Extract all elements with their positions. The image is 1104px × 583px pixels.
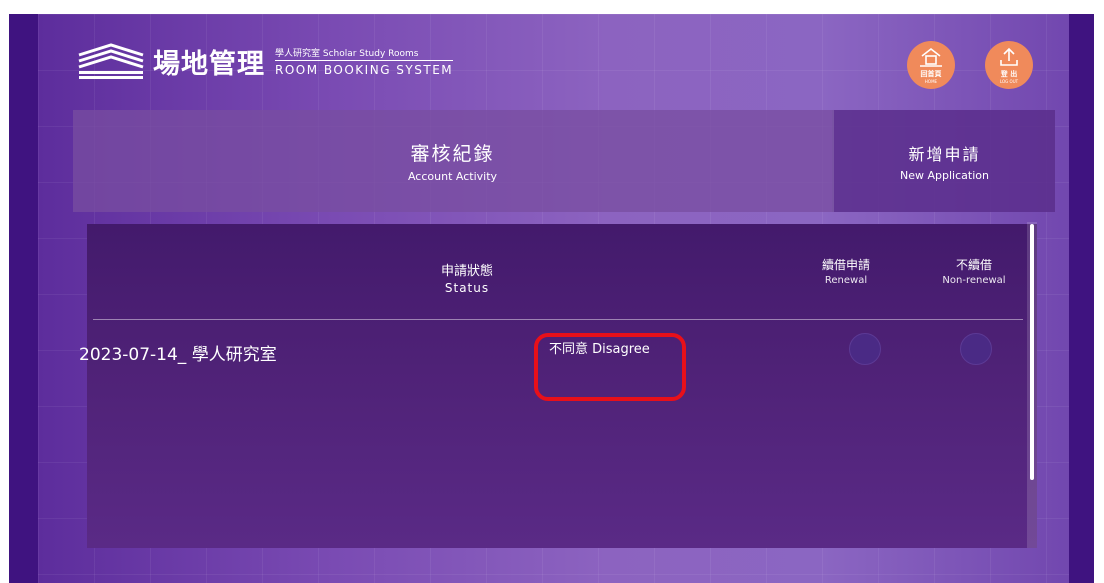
column-header-status-cn: 申請狀態: [440, 264, 493, 279]
nonrenewal-radio[interactable]: [960, 333, 992, 365]
table-row-room-name: 2023-07-14_ 學人研究室: [79, 345, 277, 365]
logout-sublabel: LOG OUT: [999, 79, 1019, 84]
right-side-bar: [1069, 14, 1094, 583]
tab-account-activity[interactable]: 審核紀錄 Account Activity: [73, 110, 832, 212]
logout-button[interactable]: 登 出 LOG OUT: [985, 41, 1033, 89]
logo-system-name: ROOM BOOKING SYSTEM: [275, 62, 454, 77]
main-panel: 審核紀錄 Account Activity 新增申請 New Applicati…: [73, 110, 1055, 553]
home-sublabel: HOME: [924, 79, 938, 84]
tab-account-activity-label-en: Account Activity: [407, 170, 498, 183]
status-badge: 不同意 Disagree: [549, 342, 650, 357]
home-button[interactable]: 回首頁 HOME: [907, 41, 955, 89]
column-header-renewal: 續借申請 Renewal: [813, 256, 879, 286]
column-header-nonrenewal: 不續借 Non-renewal: [929, 256, 1019, 286]
column-header-renewal-cn: 續借申請: [821, 258, 870, 272]
logo-title: 場地管理: [153, 48, 265, 80]
app-frame: 場地管理 學人研究室 Scholar Study Rooms ROOM BOOK…: [9, 14, 1094, 583]
building-logo-icon: [78, 43, 144, 79]
left-side-bar: [9, 14, 38, 583]
tab-account-activity-label-cn: 審核紀錄: [410, 143, 495, 165]
home-label: 回首頁: [920, 70, 942, 78]
tab-new-application-label-en: New Application: [900, 168, 989, 182]
logo-subtitle: 學人研究室 Scholar Study Rooms: [275, 46, 454, 61]
column-header-nonrenewal-en: Non-renewal: [942, 275, 1006, 286]
tab-new-application[interactable]: 新增申請 New Application: [832, 110, 1055, 212]
column-header-nonrenewal-cn: 不續借: [955, 258, 992, 272]
tab-new-application-label-cn: 新增申請: [908, 144, 981, 164]
scrollbar-track[interactable]: [1027, 222, 1037, 548]
column-header-renewal-en: Renewal: [824, 275, 868, 286]
column-header-status: 申請狀態 Status: [387, 260, 547, 295]
column-header-status-en: Status: [444, 281, 490, 295]
renewal-radio[interactable]: [849, 333, 881, 365]
header-divider: [93, 319, 1023, 320]
home-icon: [920, 47, 942, 67]
logout-label: 登 出: [1000, 70, 1018, 78]
scrollbar-thumb[interactable]: [1030, 224, 1034, 480]
activity-table: 申請狀態 Status 續借申請 Renewal 不續借 Non-renewal…: [79, 222, 1037, 548]
site-logo: 場地管理 學人研究室 Scholar Study Rooms ROOM BOOK…: [75, 41, 454, 81]
logout-icon: [1000, 47, 1018, 66]
